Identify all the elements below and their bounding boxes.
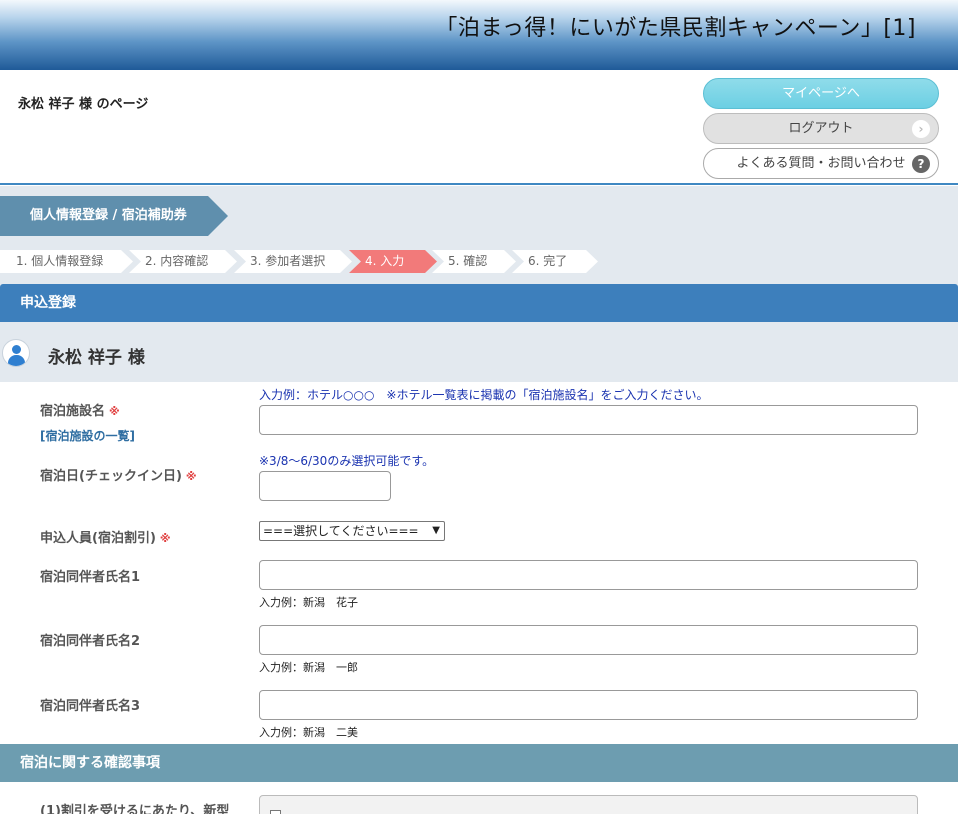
step-2: 2. 内容確認 <box>129 250 237 273</box>
question-icon: ? <box>912 155 930 173</box>
mypage-button-label: マイページへ <box>782 86 860 101</box>
confirm-item-1-label: (1)割引を受けるにあたり、新型 <box>40 804 230 814</box>
companion1-name-input[interactable] <box>259 560 918 590</box>
persons-select-value: ===選択してください=== <box>263 524 419 538</box>
required-mark: ※ <box>159 532 171 545</box>
user-bar: 永松 祥子 様 のページ マイページへ ログアウト › よくある質問・お問い合わ… <box>0 70 958 185</box>
required-mark: ※ <box>185 470 197 483</box>
step-3: 3. 参加者選択 <box>234 250 352 273</box>
breadcrumb: 個人情報登録 / 宿泊補助券 <box>0 196 228 236</box>
companion3-label: 宿泊同伴者氏名3 <box>40 699 141 714</box>
chevron-down-icon: ▼ <box>432 525 440 536</box>
companion1-example: 入力例：新潟 花子 <box>259 596 358 609</box>
facility-label-text: 宿泊施設名 <box>40 404 106 419</box>
chevron-right-icon: › <box>912 120 930 138</box>
checkin-date-input[interactable] <box>259 471 391 501</box>
applicant-name: 永松 祥子 様 <box>48 348 145 368</box>
mypage-button[interactable]: マイページへ <box>703 78 939 109</box>
checkin-label-text: 宿泊日(チェックイン日) <box>40 469 182 484</box>
facility-list-link[interactable]: [宿泊施設の一覧] <box>40 427 135 444</box>
checkin-hint: ※3/8～6/30のみ選択可能です。 <box>259 454 435 468</box>
faq-contact-button[interactable]: よくある質問・お問い合わせ ? <box>703 148 939 179</box>
facility-hint: 入力例：ホテル○○○ ※ホテル一覧表に掲載の「宿泊施設名」をご入力ください。 <box>259 388 709 402</box>
step-5: 5. 確認 <box>432 250 516 273</box>
applicant-row: 永松 祥子 様 <box>0 322 958 382</box>
companion1-label: 宿泊同伴者氏名1 <box>40 570 141 585</box>
facility-name-input[interactable] <box>259 405 918 435</box>
faq-button-label: よくある質問・お問い合わせ <box>736 156 906 171</box>
confirm-item-1-box <box>259 795 918 814</box>
confirm-item-1-checkbox[interactable] <box>270 810 281 814</box>
checkin-label: 宿泊日(チェックイン日) ※ <box>40 465 197 484</box>
companion2-name-input[interactable] <box>259 625 918 655</box>
step-6: 6. 完了 <box>512 250 598 273</box>
section-apply-header: 申込登録 <box>0 284 958 322</box>
user-page-label: 永松 祥子 様 のページ <box>18 97 149 112</box>
logout-button[interactable]: ログアウト › <box>703 113 939 144</box>
section-confirm-header: 宿泊に関する確認事項 <box>0 744 958 782</box>
facility-label: 宿泊施設名 ※ <box>40 400 120 419</box>
step-4-active: 4. 入力 <box>349 250 437 273</box>
step-1: 1. 個人情報登録 <box>0 250 133 273</box>
site-header: 「泊まっ得！にいがた県民割キャンペーン」[1] <box>0 0 958 70</box>
companion2-example: 入力例：新潟 一郎 <box>259 661 358 674</box>
required-mark: ※ <box>109 405 120 418</box>
persons-select[interactable]: ===選択してください=== ▼ <box>259 521 445 541</box>
campaign-title: 「泊まっ得！にいがた県民割キャンペーン」[1] <box>435 16 916 41</box>
persons-label: 申込人員(宿泊割引) ※ <box>40 527 171 546</box>
persons-label-text: 申込人員(宿泊割引) <box>40 531 156 546</box>
companion3-name-input[interactable] <box>259 690 918 720</box>
companion2-label: 宿泊同伴者氏名2 <box>40 634 141 649</box>
user-avatar-icon <box>2 339 30 367</box>
logout-button-label: ログアウト <box>788 121 854 136</box>
companion3-example: 入力例：新潟 二美 <box>259 726 358 739</box>
